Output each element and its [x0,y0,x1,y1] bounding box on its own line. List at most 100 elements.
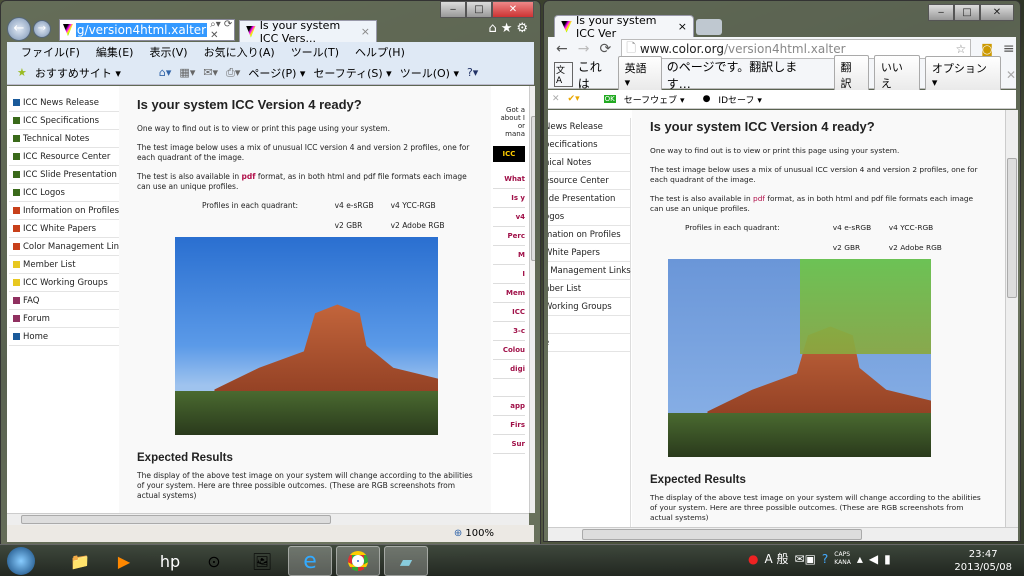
norton-check-icon[interactable]: ✔▾ [568,94,580,104]
nav-item[interactable]: esource Center [548,172,630,190]
menu-favorites[interactable]: お気に入り(A) [204,44,275,60]
right-column-item[interactable]: ICC [493,303,525,322]
chrome-taskbar[interactable] [336,546,380,576]
right-column-item[interactable]: Colou [493,341,525,360]
internet-explorer-taskbar[interactable]: e [288,546,332,576]
translate-button[interactable]: 翻訳 [833,54,869,95]
minimize-button[interactable]: ‒ [440,1,466,18]
zoom-icon[interactable]: ⊕ [454,528,462,539]
nav-item[interactable]: White Papers [548,244,630,262]
nav-item[interactable]: News Release [548,118,630,136]
right-column-item[interactable]: Is y [493,189,525,208]
nav-item[interactable]: mation on Profiles [548,226,630,244]
nav-item[interactable]: ICC News Release [9,94,120,112]
start-button[interactable] [2,546,40,576]
nav-item[interactable]: Color Management Links [9,238,128,256]
forward-button[interactable]: → [578,41,590,57]
page-menu[interactable]: ページ(P) ▾ [248,65,305,81]
back-button[interactable]: ← [556,41,568,57]
media-player-icon[interactable]: ▶ [102,546,146,576]
language-dropdown[interactable]: 英語 ▾ [617,56,662,93]
no-button[interactable]: いいえ [873,54,920,95]
address-bar[interactable]: g/version4html.xalter ⌕▾ ⟳ ✕ [59,19,235,41]
nav-item[interactable]: Forum [9,310,120,328]
favorites-star-icon[interactable]: ★ [17,66,27,79]
tab-active[interactable]: Is your system ICC Ver × [554,14,694,40]
right-column-item[interactable]: Mem [493,284,525,303]
options-button[interactable]: オプション ▾ [924,56,1001,93]
alert-icon[interactable]: ● [748,552,758,566]
right-column-item[interactable]: What [493,170,525,189]
nav-item[interactable] [548,316,630,334]
nav-item[interactable]: ogos [548,208,630,226]
right-column-item[interactable]: M [493,246,525,265]
right-column-item[interactable]: Perc [493,227,525,246]
idsafe-menu[interactable]: IDセーフ ▾ [718,93,761,106]
new-tab-button[interactable] [696,19,722,35]
home-icon[interactable]: ⌂▾ [159,66,172,79]
right-column-item[interactable]: app [493,397,525,416]
tools-menu[interactable]: ツール(O) ▾ [400,65,459,81]
nav-item[interactable]: Home [9,328,120,346]
forward-button[interactable]: → [33,20,51,38]
close-button[interactable]: ✕ [492,1,534,18]
menu-icon[interactable]: ≡ [1003,41,1015,57]
safeweb-menu[interactable]: セーフウェブ ▾ [624,93,685,106]
nav-item[interactable]: nical Notes [548,154,630,172]
pdf-link[interactable]: pdf [753,194,765,203]
suggested-sites[interactable]: おすすめサイト ▾ [35,65,121,81]
close-tab-icon[interactable]: × [361,25,370,38]
nav-item[interactable]: ICC Slide Presentation [9,166,120,184]
photo-app-icon[interactable]: 🖼 [240,546,284,576]
explorer-icon[interactable]: 📁 [58,546,102,576]
nav-item[interactable]: ICC Resource Center [9,148,120,166]
horizontal-scrollbar[interactable] [548,527,1018,541]
nav-item[interactable]: ICC Specifications [9,112,120,130]
network-icon[interactable]: ▮ [884,552,891,566]
show-hidden-icon[interactable]: ▴ [857,552,863,566]
menu-edit[interactable]: 編集(E) [96,44,134,60]
vertical-scrollbar[interactable] [1005,110,1018,528]
ime-indicator[interactable]: A 般 [764,550,788,567]
minimize-button[interactable]: ‒ [928,4,954,21]
vertical-scrollbar[interactable] [529,86,535,513]
extension-icon[interactable]: ◙ [981,42,993,56]
print-icon[interactable]: ⎙▾ [226,66,240,80]
volume-icon[interactable]: ◀ [869,552,878,566]
nav-item[interactable]: e [548,334,630,352]
close-tab-icon[interactable]: × [678,20,687,33]
media-center-icon[interactable]: ⊙ [192,546,236,576]
right-column-item[interactable]: I [493,265,525,284]
nav-item[interactable]: Member List [9,256,120,274]
close-button[interactable]: ✕ [980,4,1014,21]
home-favorites-gear-icons[interactable]: ⌂★⚙ [488,21,532,36]
right-column-item[interactable]: Sur [493,435,525,454]
tab-active[interactable]: Is your system ICC Vers... × [239,19,377,45]
nav-item[interactable]: pecifications [548,136,630,154]
menu-file[interactable]: ファイル(F) [21,44,80,60]
reload-button[interactable]: ⟳ [599,41,611,57]
nav-item[interactable]: r Management Links [548,262,631,280]
mail-icon[interactable]: ✉▾ [203,66,218,79]
bookmark-star-icon[interactable]: ☆ [955,42,966,56]
help-icon[interactable]: ?▾ [467,66,478,79]
safety-menu[interactable]: セーフティ(S) ▾ [313,65,391,81]
close-icon[interactable]: ✕ [552,94,560,104]
nav-item[interactable]: ICC Logos [9,184,120,202]
right-column-item[interactable]: 3-c [493,322,525,341]
back-button[interactable]: ← [7,17,31,41]
nav-item[interactable]: ICC White Papers [9,220,120,238]
right-column-item[interactable] [493,379,525,397]
tray-icons[interactable]: ✉▣ [795,552,816,566]
nav-item[interactable]: Technical Notes [9,130,120,148]
right-column-item[interactable]: v4 [493,208,525,227]
maximize-button[interactable]: □ [466,1,492,18]
zoom-level[interactable]: 100% [465,528,494,539]
feeds-icon[interactable]: ▦▾ [179,66,195,79]
hp-icon[interactable]: hp [148,546,192,576]
close-translate-icon[interactable]: ✕ [1006,68,1016,82]
right-column-item[interactable]: digi [493,360,525,379]
search-refresh-stop-icons[interactable]: ⌕▾ ⟳ ✕ [210,19,234,41]
nav-item[interactable]: lide Presentation [548,190,630,208]
right-column-item[interactable]: Firs [493,416,525,435]
